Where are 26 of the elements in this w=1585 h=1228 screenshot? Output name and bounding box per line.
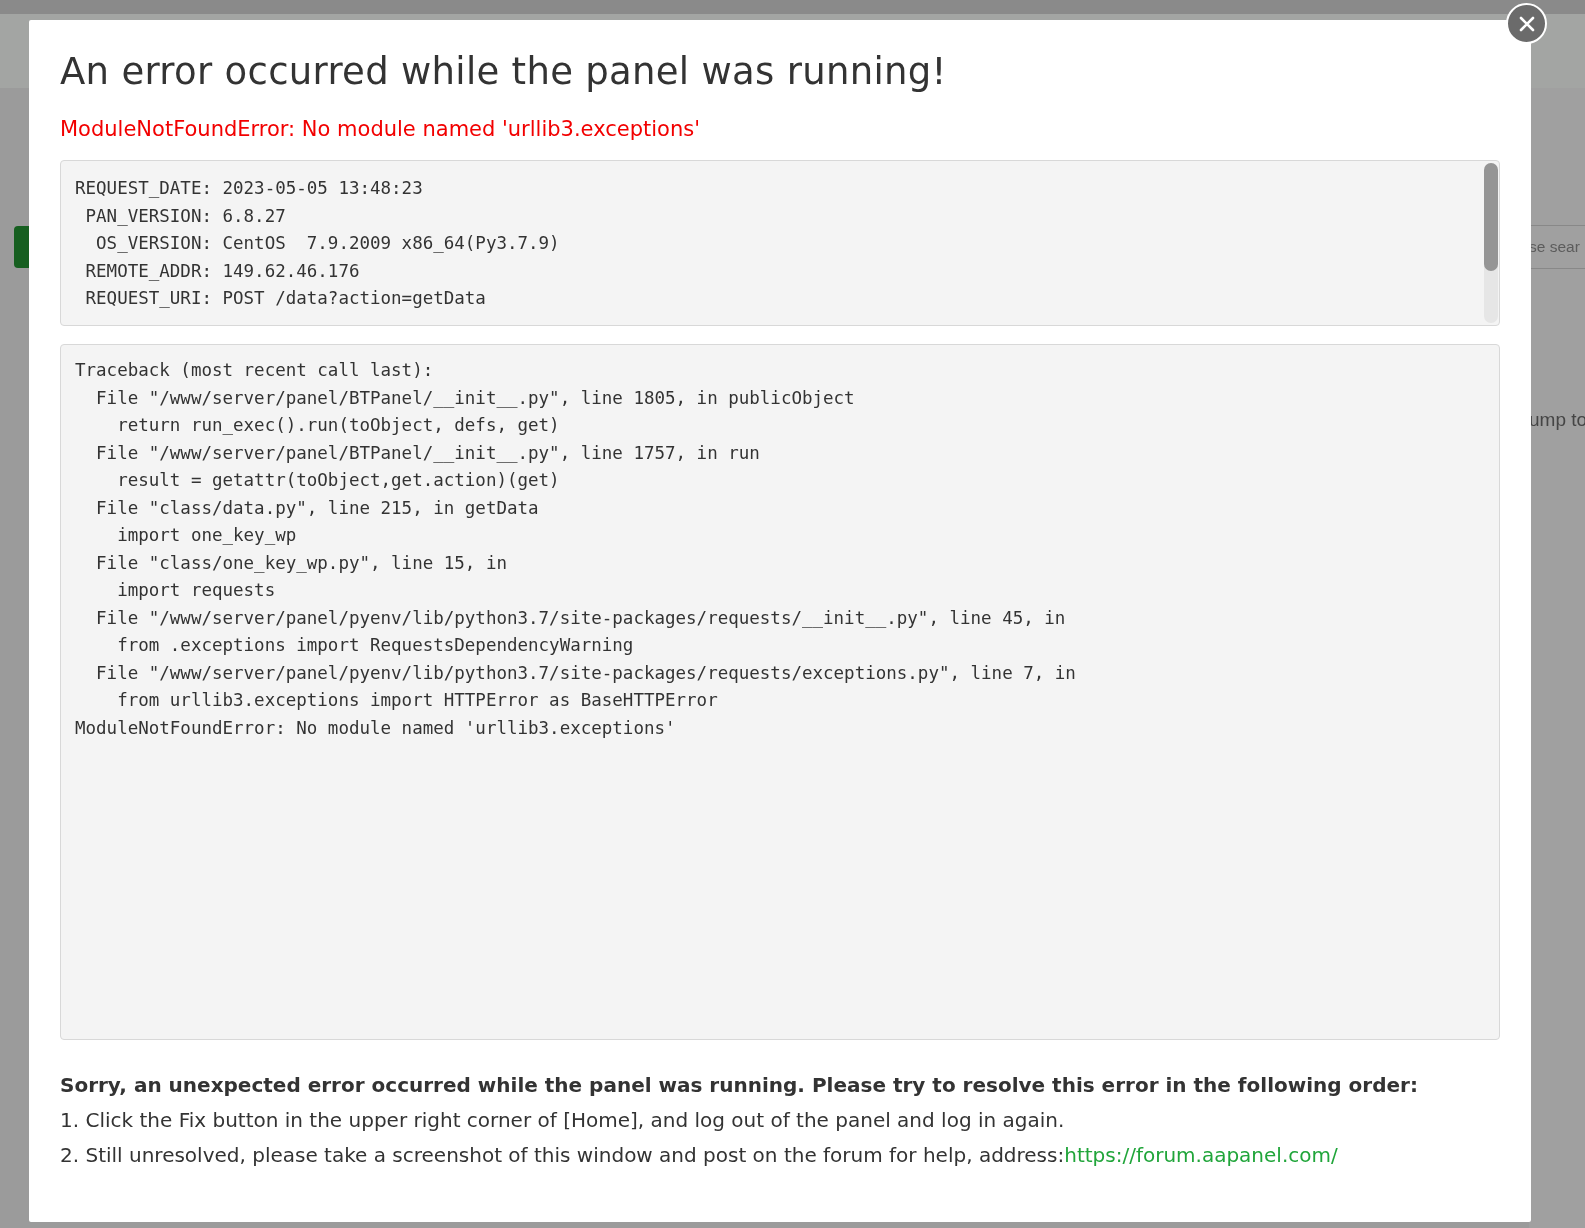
code-line: File "/www/server/panel/BTPanel/__init__.py", line 1757, in run [95,441,761,465]
code-line: from .exceptions import RequestsDependencyWarning [116,634,635,657]
code-line: result = getattr(toObject,get.action)(get) [116,469,561,492]
scrollbar[interactable] [1484,163,1498,323]
code-line: from urllib3.exceptions import HTTPError as BaseHTTPError [116,689,719,712]
code-line: File "/www/server/panel/pyenv/lib/python3.7/site-packages/requests/__init__.py", line 45, in [95,606,1067,630]
forum-link[interactable]: https://forum.aapanel.com/ [1064,1143,1338,1167]
error-message: ModuleNotFoundError: No module named 'urllib3.exceptions' [60,116,701,143]
code-line: REMOTE_ADDR: 149.62.46.176 [84,259,361,283]
code-line: Traceback (most recent call last): [75,359,435,382]
code-line: File "/www/server/panel/pyenv/lib/python3.7/site-packages/requests/exceptions.py", line 7, in [95,661,1077,685]
code-line: OS_VERSION: CentOS 7.9.2009 x86_64(Py3.7.9) [95,232,561,255]
help-step: 2. Still unresolved, please take a screenshot of this window and post on the forum for help, address:https://forum.aapanel.com/ [60,1140,1500,1170]
code-line: File "class/one_key_wp.py", line 15, in [95,551,508,575]
help-step: 1. Click the Fix button in the upper right corner of [Home], and log out of the panel and log in again. [60,1105,1500,1135]
code-line: PAN_VERSION: 6.8.27 [84,204,287,228]
help-heading: Sorry, an unexpected error occurred while the panel was running. Please try to resolve this error in the following order: [60,1072,1419,1099]
code-line: return run_exec().run(toObject, defs, get) [116,414,561,437]
code-line: import one_key_wp [116,524,298,547]
code-line: File "class/data.py", line 215, in getData [95,496,540,520]
code-line: File "/www/server/panel/BTPanel/__init__.py", line 1805, in publicObject [95,386,856,410]
code-line: import requests [116,579,277,602]
code-line: REQUEST_URI: POST /data?action=getData [84,287,487,310]
code-line: ModuleNotFoundError: No module named 'urllib3.exceptions' [75,716,677,740]
dialog-title: An error occurred while the panel was running! [60,49,948,95]
code-line: REQUEST_DATE: 2023-05-05 13:48:23 [75,177,424,200]
